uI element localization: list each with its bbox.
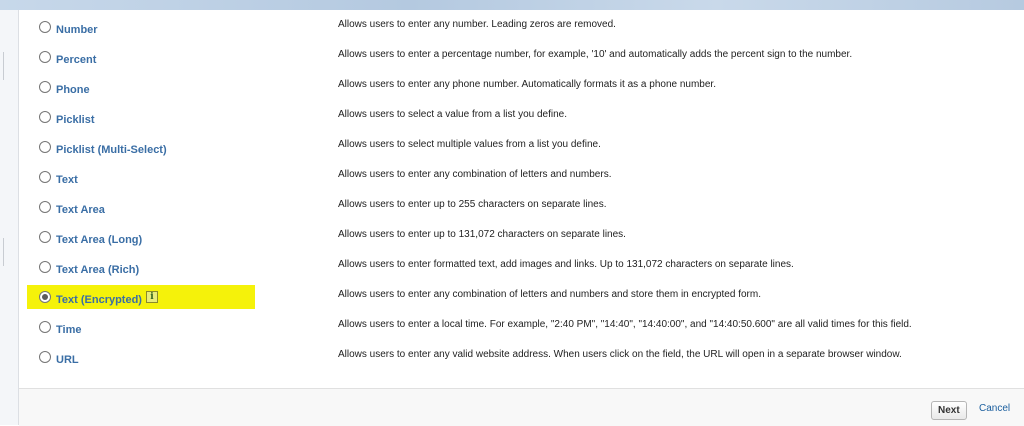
field-type-option[interactable]: Picklist — [39, 107, 95, 129]
radio-button[interactable] — [39, 350, 51, 363]
field-type-option[interactable]: Text (Encrypted) i — [39, 287, 158, 309]
radio-button[interactable] — [39, 320, 51, 333]
radio-button[interactable] — [39, 230, 51, 243]
field-type-label: Picklist — [56, 114, 95, 126]
field-type-description: Allows users to enter any valid website … — [338, 349, 902, 360]
field-type-description: Allows users to enter any combination of… — [338, 289, 761, 300]
field-type-description: Allows users to select multiple values f… — [338, 139, 601, 150]
radio-button[interactable] — [39, 50, 51, 63]
radio-button[interactable] — [39, 80, 51, 93]
gutter-tick — [3, 52, 4, 80]
field-type-row: Percent Allows users to enter a percenta… — [19, 45, 1024, 75]
radio-button[interactable] — [39, 140, 51, 153]
field-type-row: Text Allows users to enter any combinati… — [19, 165, 1024, 195]
field-type-option[interactable]: URL — [39, 347, 79, 369]
field-type-option[interactable]: Picklist (Multi-Select) — [39, 137, 167, 159]
field-type-description: Allows users to enter up to 255 characte… — [338, 199, 607, 210]
gutter-tick — [3, 238, 4, 266]
wizard-footer: Next Cancel — [19, 388, 1024, 426]
header-band — [0, 0, 1024, 10]
field-type-row: URL Allows users to enter any valid webs… — [19, 345, 1024, 375]
cancel-link[interactable]: Cancel — [979, 403, 1010, 414]
field-type-row: Picklist Allows users to select a value … — [19, 105, 1024, 135]
field-type-label: Picklist (Multi-Select) — [56, 144, 167, 156]
field-type-option[interactable]: Text Area — [39, 197, 105, 219]
field-type-row: Picklist (Multi-Select) Allows users to … — [19, 135, 1024, 165]
field-type-description: Allows users to enter any number. Leadin… — [338, 19, 616, 30]
field-type-option[interactable]: Text — [39, 167, 78, 189]
radio-button[interactable] — [39, 110, 51, 123]
radio-button[interactable] — [39, 170, 51, 183]
field-type-label: URL — [56, 354, 79, 366]
field-type-label: Text Area (Long) — [56, 234, 143, 246]
field-type-label: Percent — [56, 54, 97, 66]
field-type-list: Number Allows users to enter any number.… — [19, 10, 1024, 388]
field-type-row: Text Area Allows users to enter up to 25… — [19, 195, 1024, 225]
field-type-label: Time — [56, 324, 82, 336]
field-type-option[interactable]: Percent — [39, 47, 96, 69]
next-button[interactable]: Next — [931, 401, 967, 420]
field-type-row: Phone Allows users to enter any phone nu… — [19, 75, 1024, 105]
info-icon[interactable]: i — [145, 291, 158, 303]
field-type-option[interactable]: Number — [39, 17, 98, 39]
field-type-description: Allows users to enter up to 131,072 char… — [338, 229, 626, 240]
field-type-description: Allows users to enter any combination of… — [338, 169, 612, 180]
radio-button[interactable] — [39, 20, 51, 33]
field-type-option[interactable]: Text Area (Long) — [39, 227, 142, 249]
field-type-label: Text — [56, 174, 78, 186]
field-type-row-selected: Text (Encrypted) i Allows users to enter… — [19, 285, 1024, 315]
field-type-description: Allows users to enter any phone number. … — [338, 79, 716, 90]
field-type-row: Text Area (Long) Allows users to enter u… — [19, 225, 1024, 255]
left-gutter — [0, 10, 19, 425]
field-type-label: Phone — [56, 84, 90, 96]
field-type-label: Text Area (Rich) — [56, 264, 140, 276]
field-type-description: Allows users to select a value from a li… — [338, 109, 567, 120]
field-type-description: Allows users to enter formatted text, ad… — [338, 259, 794, 270]
field-type-row: Number Allows users to enter any number.… — [19, 15, 1024, 45]
field-type-option[interactable]: Phone — [39, 77, 90, 99]
field-type-option[interactable]: Time — [39, 317, 81, 339]
field-type-row: Text Area (Rich) Allows users to enter f… — [19, 255, 1024, 285]
radio-button-selected[interactable] — [39, 290, 51, 303]
field-type-label: Text (Encrypted) — [56, 294, 142, 306]
field-type-label: Text Area — [56, 204, 105, 216]
field-type-option[interactable]: Text Area (Rich) — [39, 257, 139, 279]
field-type-description: Allows users to enter a local time. For … — [338, 319, 912, 330]
field-type-description: Allows users to enter a percentage numbe… — [338, 49, 853, 60]
radio-button[interactable] — [39, 200, 51, 213]
radio-button[interactable] — [39, 260, 51, 273]
field-type-label: Number — [56, 24, 98, 36]
field-type-row: Time Allows users to enter a local time.… — [19, 315, 1024, 345]
